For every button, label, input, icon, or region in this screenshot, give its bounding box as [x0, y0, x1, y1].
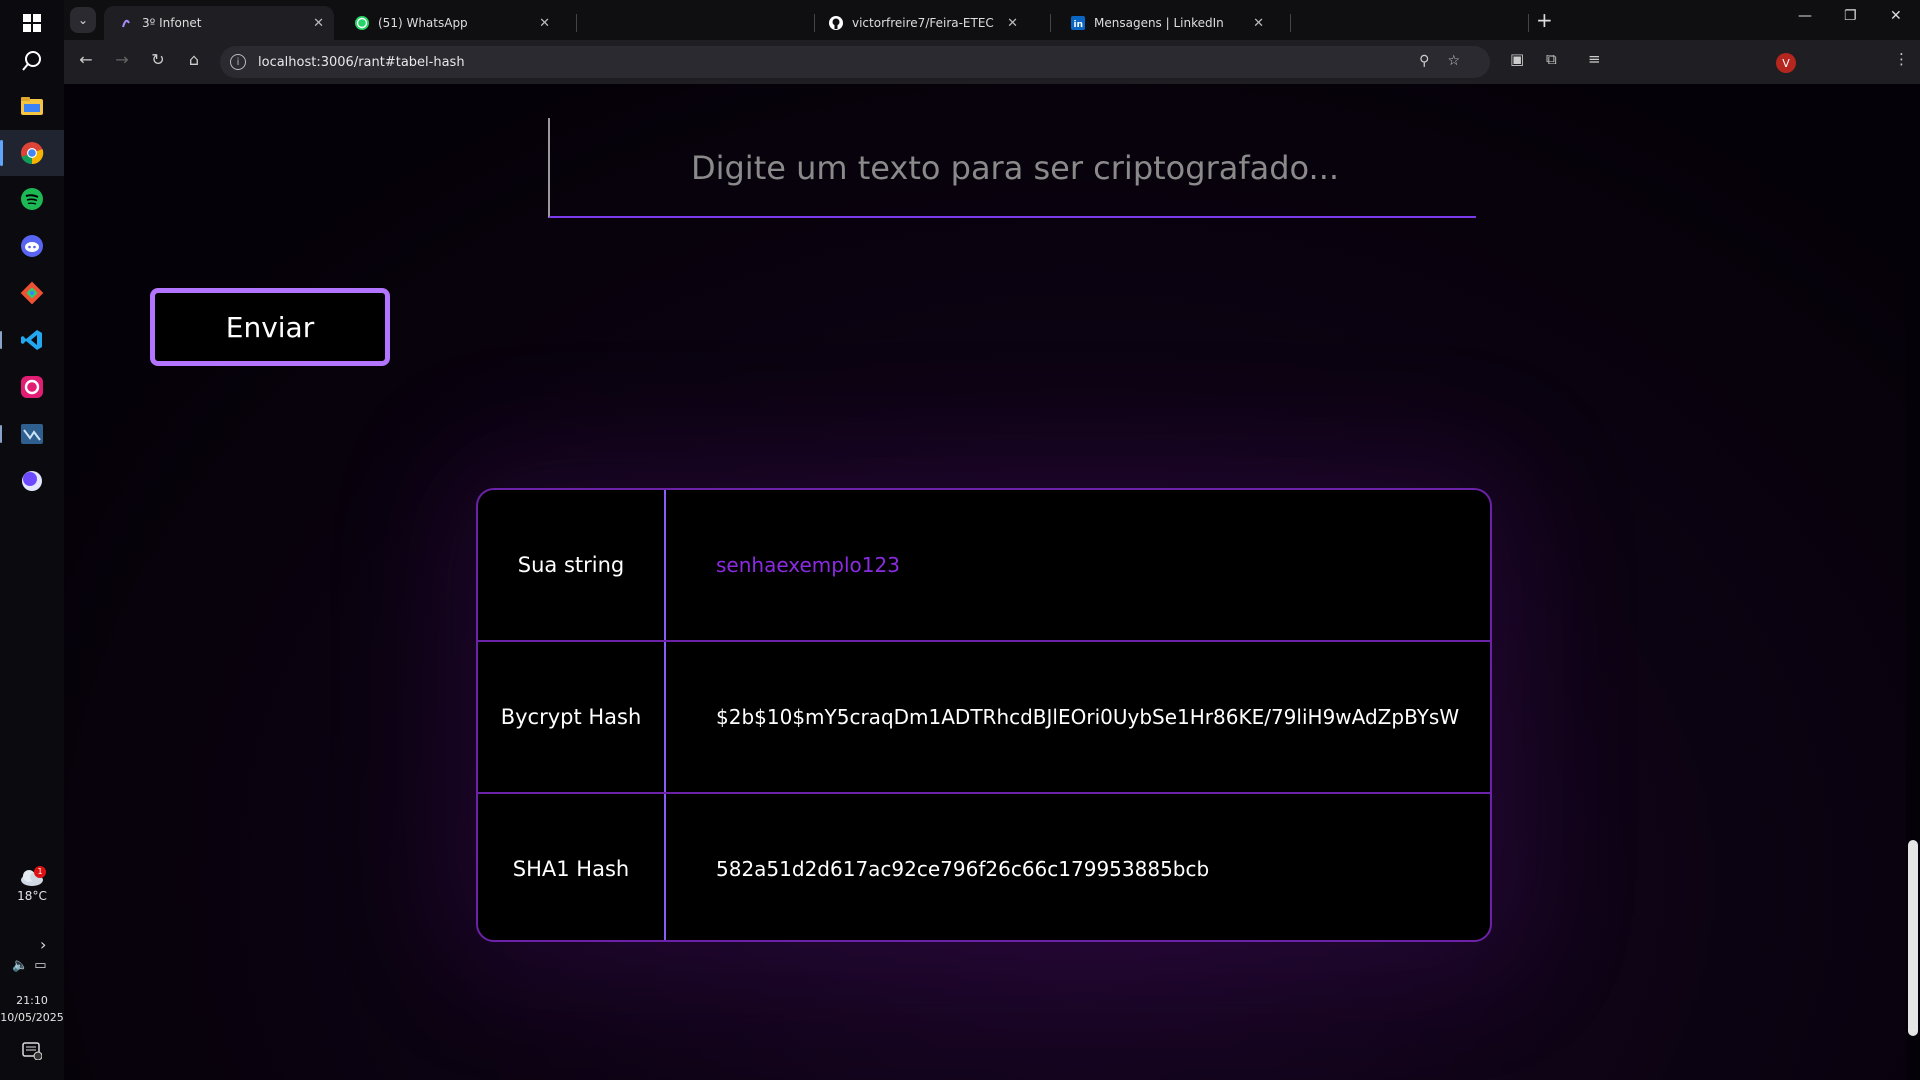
profile-avatar[interactable]: V: [1776, 53, 1796, 73]
bookmark-star-icon[interactable]: ☆: [1447, 53, 1478, 69]
browser-toolbar: ← → ↻ ⌂ i localhost:3006/rant#tabel-hash…: [64, 40, 1920, 84]
page-content: Enviar Sua string senhaexemplo123 Bycryp…: [64, 84, 1920, 1080]
mysql-workbench-icon[interactable]: [0, 411, 64, 457]
browser-tab-strip: ⌄ 3º Infonet ✕ (51) WhatsApp ✕ victorfre…: [64, 0, 1920, 40]
app-icon[interactable]: [0, 364, 64, 410]
tab-title: Mensagens | LinkedIn: [1094, 16, 1224, 30]
encrypt-text-input[interactable]: [550, 118, 1480, 218]
restore-icon[interactable]: ❐: [1844, 8, 1857, 24]
bcrypt-hash-value: $2b$10$mY5craqDm1ADTRhcdBJlEOri0UybSe1Hr…: [716, 705, 1460, 729]
forward-icon[interactable]: →: [110, 50, 134, 69]
browser-icon[interactable]: [0, 458, 64, 504]
svg-text:in: in: [1074, 20, 1084, 30]
tab-separator: [1528, 14, 1529, 32]
reload-icon[interactable]: ↻: [146, 50, 170, 69]
send-button[interactable]: Enviar: [150, 288, 390, 366]
row-label: SHA1 Hash: [478, 794, 666, 940]
page-icon: [118, 15, 134, 31]
tab-title: 3º Infonet: [142, 16, 202, 30]
new-tab-button[interactable]: +: [1536, 8, 1553, 32]
close-tab-icon[interactable]: ✕: [539, 16, 550, 31]
table-row: Sua string senhaexemplo123: [478, 490, 1490, 642]
tab-infonet[interactable]: 3º Infonet ✕: [104, 6, 334, 40]
chevron-right-icon[interactable]: ›: [40, 935, 46, 954]
clock-date: 10/05/2025: [0, 1011, 64, 1024]
media-control-icon[interactable]: ≡: [1588, 50, 1601, 68]
table-row: SHA1 Hash 582a51d2d617ac92ce796f26c66c17…: [478, 794, 1490, 940]
encrypt-input-wrapper: [548, 118, 1480, 218]
search-icon[interactable]: [0, 38, 64, 84]
system-tray[interactable]: 🔈▭: [12, 958, 52, 973]
hash-results-table: Sua string senhaexemplo123 Bycrypt Hash …: [476, 488, 1492, 942]
vscode-icon[interactable]: [0, 317, 64, 363]
git-icon[interactable]: [0, 270, 64, 316]
taskbar-clock[interactable]: 21:10 10/05/2025: [0, 992, 64, 1026]
github-icon: [828, 15, 844, 31]
table-row: Bycrypt Hash $2b$10$mY5craqDm1ADTRhcdBJl…: [478, 642, 1490, 794]
close-tab-icon[interactable]: ✕: [1007, 16, 1018, 31]
tab-separator: [1050, 14, 1051, 32]
close-tab-icon[interactable]: ✕: [1253, 16, 1264, 31]
row-label: Bycrypt Hash: [478, 642, 666, 792]
clock-time: 21:10: [16, 994, 48, 1007]
tab-whatsapp[interactable]: (51) WhatsApp ✕: [340, 6, 560, 40]
whatsapp-icon: [354, 15, 370, 31]
spotify-icon[interactable]: [0, 176, 64, 222]
tab-separator: [576, 14, 577, 32]
close-window-icon[interactable]: ✕: [1890, 8, 1902, 24]
row-label: Sua string: [478, 490, 666, 640]
volume-icon[interactable]: 🔈: [12, 958, 34, 973]
back-icon[interactable]: ←: [74, 50, 98, 69]
chrome-icon[interactable]: [0, 130, 64, 176]
menu-kebab-icon[interactable]: ⋮: [1894, 50, 1909, 68]
windows-taskbar: 1 18°C › 🔈▭ 21:10 10/05/2025: [0, 0, 65, 1080]
tab-search-button[interactable]: ⌄: [70, 7, 96, 33]
sidebar-icon[interactable]: ▣: [1510, 50, 1524, 68]
network-icon[interactable]: ▭: [34, 958, 52, 973]
tab-linkedin[interactable]: in Mensagens | LinkedIn ✕: [1056, 6, 1274, 40]
weather-widget[interactable]: 1 18°C: [0, 866, 64, 903]
notification-center-icon[interactable]: [22, 1042, 43, 1064]
sha1-hash-value: 582a51d2d617ac92ce796f26c66c179953885bcb: [716, 857, 1210, 881]
tab-separator: [1290, 14, 1291, 32]
tab-title: victorfreire7/Feira-ETEC: [852, 16, 994, 30]
site-info-icon[interactable]: i: [230, 54, 246, 70]
file-explorer-icon[interactable]: [0, 83, 64, 129]
close-tab-icon[interactable]: ✕: [313, 16, 324, 31]
minimize-icon[interactable]: —: [1798, 8, 1812, 24]
tab-github[interactable]: victorfreire7/Feira-ETEC ✕: [814, 6, 1028, 40]
home-icon[interactable]: ⌂: [182, 50, 206, 69]
address-bar[interactable]: i localhost:3006/rant#tabel-hash ⚲☆: [220, 46, 1490, 78]
original-string-value: senhaexemplo123: [716, 553, 900, 577]
page-scrollbar-thumb[interactable]: [1908, 840, 1918, 1036]
tab-title: (51) WhatsApp: [378, 16, 468, 30]
address-url[interactable]: localhost:3006/rant#tabel-hash: [258, 55, 465, 70]
linkedin-icon: in: [1070, 15, 1086, 31]
discord-icon[interactable]: [0, 223, 64, 269]
weather-alert-badge: 1: [34, 866, 46, 878]
zoom-icon[interactable]: ⚲: [1419, 53, 1447, 69]
extensions-icon[interactable]: ⧉: [1546, 50, 1557, 68]
weather-temperature: 18°C: [17, 889, 47, 903]
